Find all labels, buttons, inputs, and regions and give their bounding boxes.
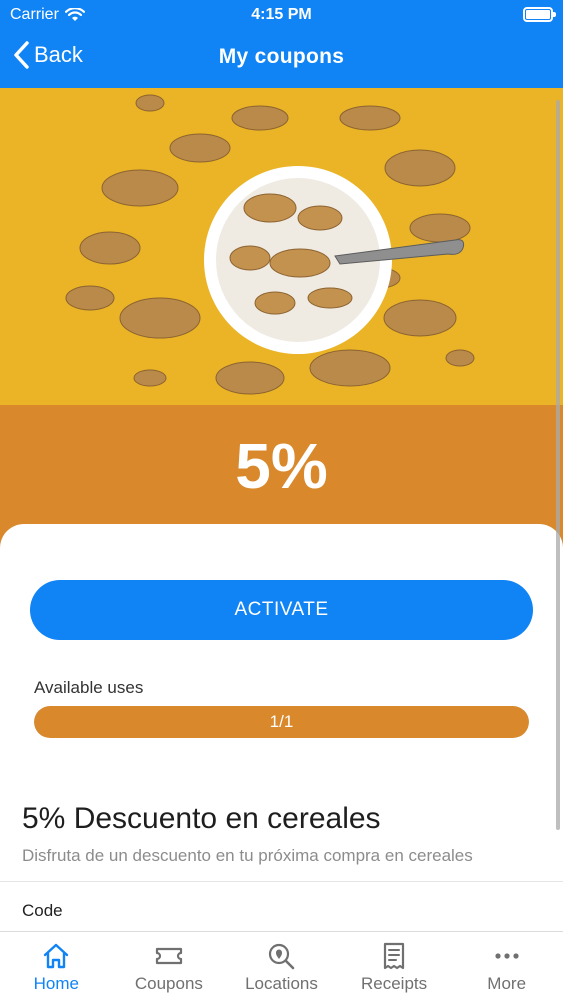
- coupon-card: ACTIVATE Available uses 1/1 5% Descuento…: [0, 524, 563, 934]
- home-icon: [44, 943, 69, 969]
- location-search-icon: [269, 943, 295, 970]
- available-uses-count: 1/1: [269, 712, 294, 731]
- code-label: Code: [22, 901, 63, 920]
- tab-receipts[interactable]: Receipts: [338, 932, 451, 1000]
- tab-label: Locations: [245, 974, 318, 993]
- clock: 4:15 PM: [251, 6, 312, 23]
- tab-label: Receipts: [361, 974, 428, 993]
- tab-bar: Home Coupons Locations Receipts More: [0, 931, 563, 1000]
- tab-locations[interactable]: Locations: [225, 932, 338, 1000]
- coupon-image: [0, 88, 563, 406]
- battery-icon: [523, 7, 556, 22]
- top-bar: Carrier 4:15 PM Back My coupons: [0, 0, 563, 88]
- coupon-description: Disfruta de un descuento en tu próxima c…: [22, 846, 473, 865]
- page-title: My coupons: [218, 45, 345, 68]
- available-uses-progress: 1/1: [34, 706, 529, 738]
- divider: [0, 881, 563, 882]
- activate-button[interactable]: ACTIVATE: [30, 580, 533, 640]
- available-uses-label: Available uses: [34, 678, 144, 697]
- cereal-bowl-image: [0, 88, 563, 406]
- scrollbar[interactable]: [556, 100, 560, 830]
- discount-value: 5%: [235, 430, 328, 502]
- coupon-title: 5% Descuento en cereales: [22, 802, 381, 835]
- more-dots-icon: [495, 953, 519, 959]
- status-bar: Carrier 4:15 PM: [0, 0, 563, 30]
- navigation-bar: Back My coupons: [0, 30, 563, 88]
- tab-label: More: [487, 974, 527, 993]
- tab-label: Coupons: [134, 974, 203, 993]
- tab-home[interactable]: Home: [0, 932, 113, 1000]
- ticket-icon: [155, 947, 182, 965]
- tab-label: Home: [33, 974, 79, 993]
- receipt-icon: [383, 942, 405, 970]
- tab-more[interactable]: More: [450, 932, 563, 1000]
- tab-coupons[interactable]: Coupons: [113, 932, 226, 1000]
